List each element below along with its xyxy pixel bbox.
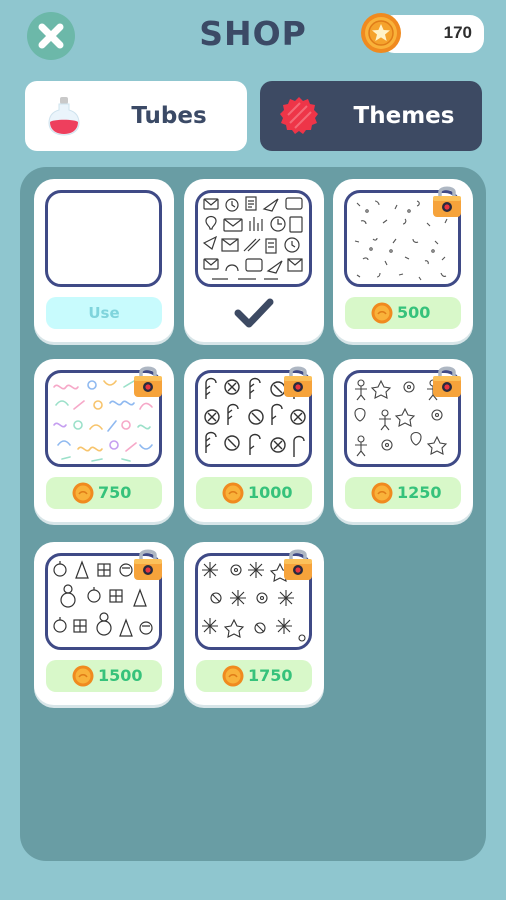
buy-button[interactable]: 750 bbox=[46, 477, 162, 509]
price-label: 750 bbox=[98, 483, 132, 502]
coin-icon bbox=[371, 302, 393, 324]
lock-icon bbox=[134, 549, 162, 580]
theme-card-blank[interactable]: Use bbox=[34, 179, 174, 342]
checkmark-icon bbox=[234, 298, 274, 328]
theme-card-office-doodles[interactable] bbox=[184, 179, 324, 342]
lock-icon bbox=[433, 186, 461, 217]
coin-icon bbox=[72, 482, 94, 504]
theme-card-christmas-ornaments[interactable]: 1500 bbox=[34, 542, 174, 705]
tab-themes[interactable]: Themes bbox=[260, 81, 482, 151]
potion-tube-icon bbox=[48, 97, 80, 136]
themes-grid-panel: Use 500 750 1000 1250 1500 1750 bbox=[20, 167, 486, 861]
tab-themes-label: Themes bbox=[353, 103, 455, 129]
lock-icon bbox=[284, 366, 312, 397]
theme-card-colorful-squiggles[interactable]: 750 bbox=[34, 359, 174, 522]
theme-card-candy-canes[interactable]: 1000 bbox=[184, 359, 324, 522]
buy-button[interactable]: 500 bbox=[345, 297, 461, 329]
tab-tubes-label: Tubes bbox=[131, 103, 207, 129]
price-label: 1750 bbox=[248, 666, 293, 685]
lock-icon bbox=[134, 366, 162, 397]
coin-icon bbox=[371, 482, 393, 504]
coin-icon bbox=[222, 482, 244, 504]
price-label: 1250 bbox=[397, 483, 442, 502]
buy-button[interactable]: 1250 bbox=[345, 477, 461, 509]
price-label: 1000 bbox=[248, 483, 293, 502]
coin-icon bbox=[361, 13, 401, 53]
theme-card-gingerbread[interactable]: 1250 bbox=[333, 359, 473, 522]
lock-icon bbox=[433, 366, 461, 397]
buy-button[interactable]: 1000 bbox=[196, 477, 312, 509]
use-button[interactable]: Use bbox=[46, 297, 162, 329]
coin-icon bbox=[72, 665, 94, 687]
tab-tubes[interactable]: Tubes bbox=[25, 81, 247, 151]
price-label: 500 bbox=[397, 303, 431, 322]
buy-button[interactable]: 1500 bbox=[46, 660, 162, 692]
theme-badge-icon bbox=[280, 97, 318, 134]
lock-icon bbox=[284, 549, 312, 580]
theme-preview-office-doodles bbox=[195, 190, 312, 287]
theme-preview-blank bbox=[45, 190, 162, 287]
theme-card-snowflakes[interactable]: 1750 bbox=[184, 542, 324, 705]
theme-card-confetti-dots[interactable]: 500 bbox=[333, 179, 473, 342]
buy-button[interactable]: 1750 bbox=[196, 660, 312, 692]
price-label: 1500 bbox=[98, 666, 143, 685]
coin-balance-value: 170 bbox=[443, 23, 472, 42]
coin-icon bbox=[222, 665, 244, 687]
